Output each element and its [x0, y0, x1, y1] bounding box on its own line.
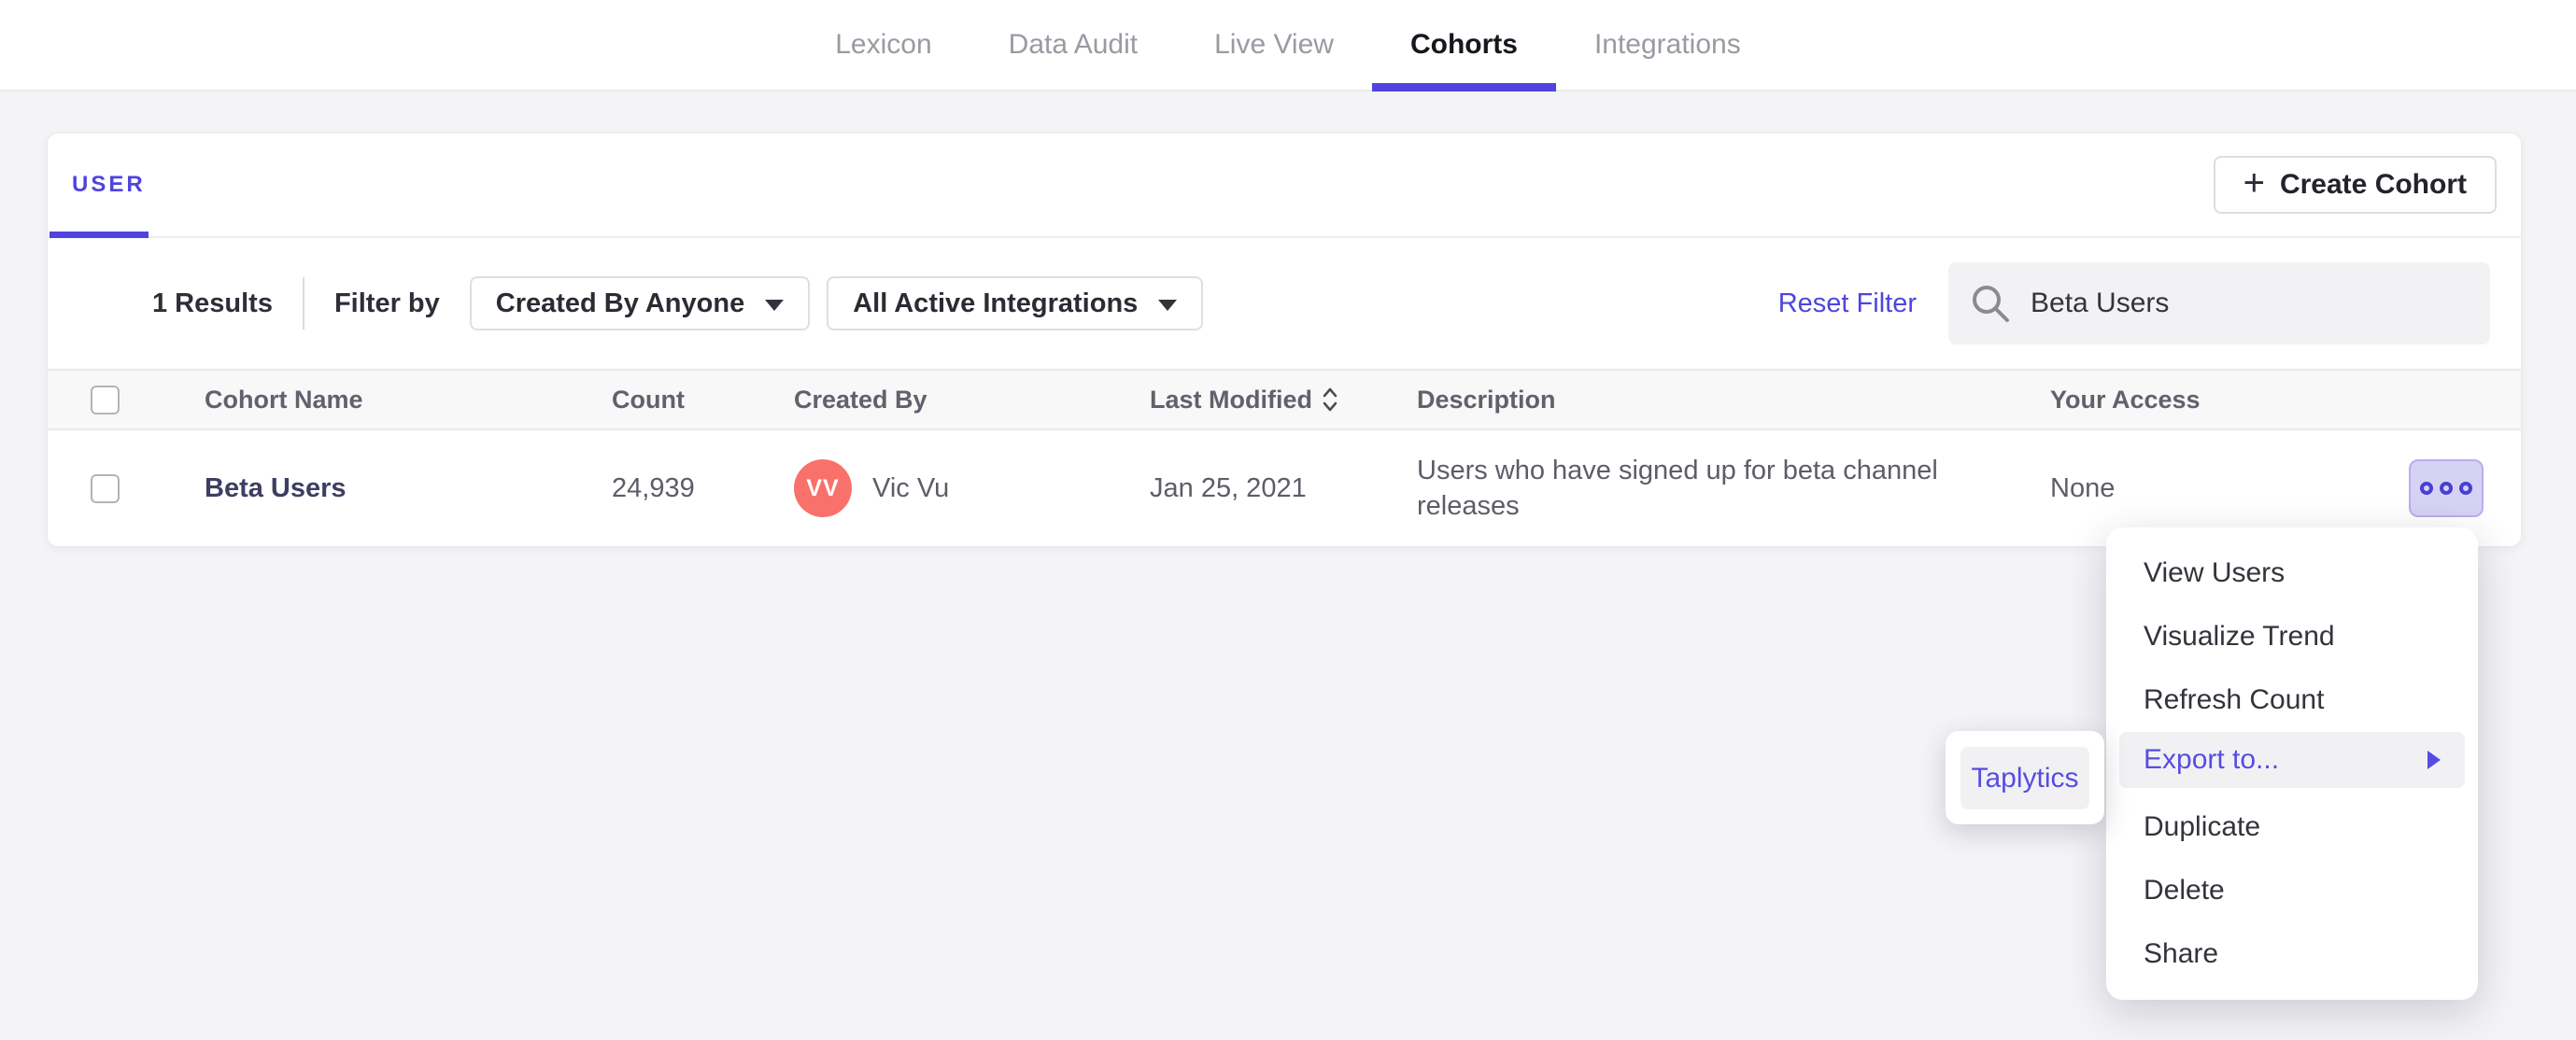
results-count: 1 Results	[152, 288, 273, 318]
tab-data-audit[interactable]: Data Audit	[1009, 0, 1138, 90]
export-to-label: Export to...	[2144, 744, 2280, 775]
filter-bar: 1 Results Filter by Created By Anyone Al…	[48, 238, 2521, 369]
integrations-dropdown[interactable]: All Active Integrations	[827, 276, 1204, 330]
create-cohort-button[interactable]: + Create Cohort	[2213, 156, 2497, 214]
ellipsis-icon	[2459, 482, 2472, 495]
tab-lexicon[interactable]: Lexicon	[835, 0, 931, 90]
tab-integrations[interactable]: Integrations	[1594, 0, 1741, 90]
column-header-description[interactable]: Description	[1417, 386, 2050, 415]
menu-item-export-to[interactable]: Export to...	[2119, 732, 2465, 788]
menu-item-visualize-trend[interactable]: Visualize Trend	[2106, 605, 2478, 668]
top-nav: Lexicon Data Audit Live View Cohorts Int…	[0, 0, 2576, 91]
plus-icon: +	[2243, 162, 2265, 204]
row-checkbox[interactable]	[91, 473, 120, 503]
chevron-down-icon	[1158, 299, 1178, 311]
select-all-cell	[91, 385, 205, 415]
submenu-item-taplytics[interactable]: Taplytics	[1960, 747, 2089, 809]
avatar: VV	[794, 459, 852, 517]
last-modified-value: Jan 25, 2021	[1150, 472, 1307, 503]
create-cohort-label: Create Cohort	[2279, 169, 2467, 200]
submenu-arrow-icon	[2427, 751, 2441, 769]
cohort-description: Users who have signed up for beta channe…	[1417, 456, 1938, 521]
sort-icon[interactable]	[1322, 386, 1338, 413]
filter-by-label: Filter by	[333, 288, 440, 318]
cohort-count: 24,939	[612, 472, 695, 503]
column-header-created-by[interactable]: Created By	[794, 386, 1150, 415]
search-box	[1948, 262, 2490, 344]
reset-filter-link[interactable]: Reset Filter	[1778, 288, 1917, 319]
select-all-checkbox[interactable]	[91, 385, 120, 415]
cohort-name-link[interactable]: Beta Users	[205, 473, 612, 504]
row-actions-button[interactable]	[2409, 459, 2484, 517]
tab-user-label: USER	[72, 172, 146, 197]
column-header-last-modified[interactable]: Last Modified	[1150, 386, 1417, 415]
menu-item-refresh-count[interactable]: Refresh Count	[2106, 668, 2478, 732]
chevron-down-icon	[765, 299, 785, 311]
created-by-cell: VV Vic Vu	[794, 459, 1150, 517]
menu-item-delete[interactable]: Delete	[2106, 859, 2478, 922]
column-header-your-access[interactable]: Your Access	[2050, 386, 2409, 415]
panel-tab-bar: USER + Create Cohort	[48, 134, 2521, 238]
tab-cohorts[interactable]: Cohorts	[1371, 0, 1556, 91]
tab-live-view[interactable]: Live View	[1214, 0, 1334, 90]
column-header-count[interactable]: Count	[612, 386, 794, 415]
integrations-dropdown-value: All Active Integrations	[853, 288, 1139, 318]
menu-item-duplicate[interactable]: Duplicate	[2106, 795, 2478, 859]
created-by-dropdown-value: Created By Anyone	[495, 288, 745, 318]
menu-item-view-users[interactable]: View Users	[2106, 541, 2478, 605]
your-access-value: None	[2050, 472, 2116, 503]
row-actions-cell	[2409, 459, 2523, 517]
tab-user-underline	[50, 232, 149, 238]
menu-item-share[interactable]: Share	[2106, 922, 2478, 986]
row-context-menu: View Users Visualize Trend Refresh Count…	[2106, 527, 2478, 1000]
ellipsis-icon	[2420, 482, 2433, 495]
export-submenu: Taplytics	[1946, 731, 2104, 824]
search-input[interactable]	[2029, 287, 2470, 320]
cohorts-panel: USER + Create Cohort 1 Results Filter by…	[47, 133, 2522, 547]
cohorts-screen: Lexicon Data Audit Live View Cohorts Int…	[0, 0, 2576, 1040]
row-select-cell	[91, 473, 205, 503]
top-nav-tabs: Lexicon Data Audit Live View Cohorts Int…	[835, 0, 1741, 91]
search-icon	[1973, 286, 2009, 322]
table-header-row: Cohort Name Count Created By Last Modifi…	[48, 369, 2521, 430]
tab-user[interactable]: USER	[48, 134, 170, 238]
ellipsis-icon	[2440, 482, 2453, 495]
last-modified-label: Last Modified	[1150, 385, 1312, 414]
column-header-cohort-name[interactable]: Cohort Name	[205, 386, 612, 415]
divider	[302, 277, 304, 330]
created-by-name: Vic Vu	[872, 472, 950, 503]
created-by-dropdown[interactable]: Created By Anyone	[469, 276, 811, 330]
